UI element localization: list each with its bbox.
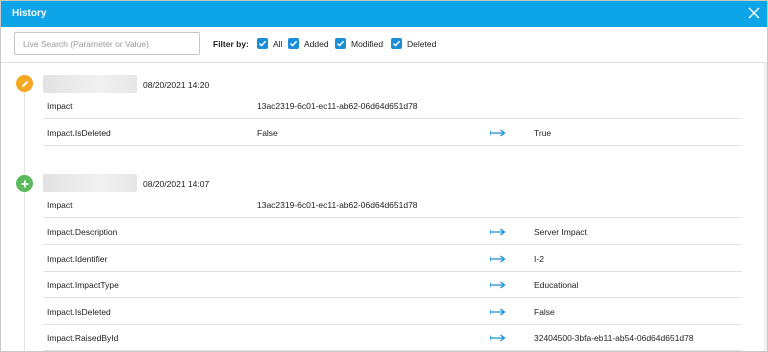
search-input[interactable] <box>14 32 200 55</box>
dialog-title: History <box>12 8 47 19</box>
checkmark-icon <box>391 38 402 49</box>
user-avatar-blurred <box>43 75 137 93</box>
user-avatar-blurred <box>43 174 137 192</box>
filter-label: Filter by: <box>213 39 249 49</box>
arrow-right-icon <box>490 334 506 342</box>
history-row: Impact.RaisedById 32404500-3bfa-eb11-ab5… <box>44 324 742 351</box>
row-new-value: I-2 <box>534 254 544 264</box>
history-row: Impact 13ac2319-6c01-ec11-ab62-06d64d651… <box>44 92 742 119</box>
filter-deleted-label: Deleted <box>407 38 437 49</box>
row-new-value: True <box>534 128 552 138</box>
history-row: Impact.ImpactType Educational <box>44 271 742 298</box>
row-new-value: Educational <box>534 280 579 290</box>
plus-icon <box>16 175 33 192</box>
arrow-right-icon <box>490 228 506 236</box>
filter-added-checkbox[interactable]: Added <box>288 37 329 50</box>
row-field: Impact <box>47 101 73 111</box>
filter-modified-label: Modified <box>351 38 384 49</box>
history-row: Impact 13ac2319-6c01-ec11-ab62-06d64d651… <box>44 191 742 218</box>
arrow-right-icon <box>490 255 506 263</box>
filter-added-label: Added <box>304 38 329 49</box>
row-field: Impact.Identifier <box>47 254 108 264</box>
history-row: Impact.Description Server Impact <box>44 218 742 245</box>
history-dialog: History Filter by: All Added Modified De… <box>0 0 768 352</box>
close-icon[interactable] <box>747 6 761 20</box>
arrow-right-icon <box>490 308 506 316</box>
filter-all-label: All <box>273 38 283 49</box>
entry-timestamp: 08/20/2021 14:20 <box>143 80 210 90</box>
timeline-line <box>24 76 25 351</box>
row-field: Impact.IsDeleted <box>47 128 111 138</box>
row-field: Impact.IsDeleted <box>47 307 111 317</box>
filter-modified-checkbox[interactable]: Modified <box>335 37 383 50</box>
checkmark-icon <box>288 38 299 49</box>
row-old-value: 13ac2319-6c01-ec11-ab62-06d64d651d78 <box>257 101 418 111</box>
history-row: Impact.IsDeleted False True <box>44 119 742 146</box>
pencil-icon <box>16 75 33 92</box>
row-new-value: 32404500-3bfa-eb11-ab54-06d64d651d78 <box>534 333 694 343</box>
row-field: Impact.ImpactType <box>47 280 119 290</box>
filter-all-checkbox[interactable]: All <box>257 37 282 50</box>
checkmark-icon <box>257 38 268 49</box>
filter-deleted-checkbox[interactable]: Deleted <box>391 37 436 50</box>
row-field: Impact.RaisedById <box>47 333 119 343</box>
history-row: Impact.IsDeleted False <box>44 298 742 325</box>
row-field: Impact <box>47 200 73 210</box>
filter-toolbar: Filter by: All Added Modified Deleted <box>1 27 767 63</box>
arrow-right-icon <box>490 129 506 137</box>
row-old-value: 13ac2319-6c01-ec11-ab62-06d64d651d78 <box>257 200 418 210</box>
history-row: Impact.Identifier I-2 <box>44 245 742 272</box>
arrow-right-icon <box>490 281 506 289</box>
row-field: Impact.Description <box>47 227 118 237</box>
title-bar: History <box>1 1 767 27</box>
row-new-value: Server Impact <box>534 227 587 237</box>
checkmark-icon <box>335 38 346 49</box>
scrollbar[interactable] <box>764 63 767 351</box>
row-new-value: False <box>534 307 555 317</box>
row-old-value: False <box>257 128 278 138</box>
entry-timestamp: 08/20/2021 14:07 <box>143 179 210 189</box>
